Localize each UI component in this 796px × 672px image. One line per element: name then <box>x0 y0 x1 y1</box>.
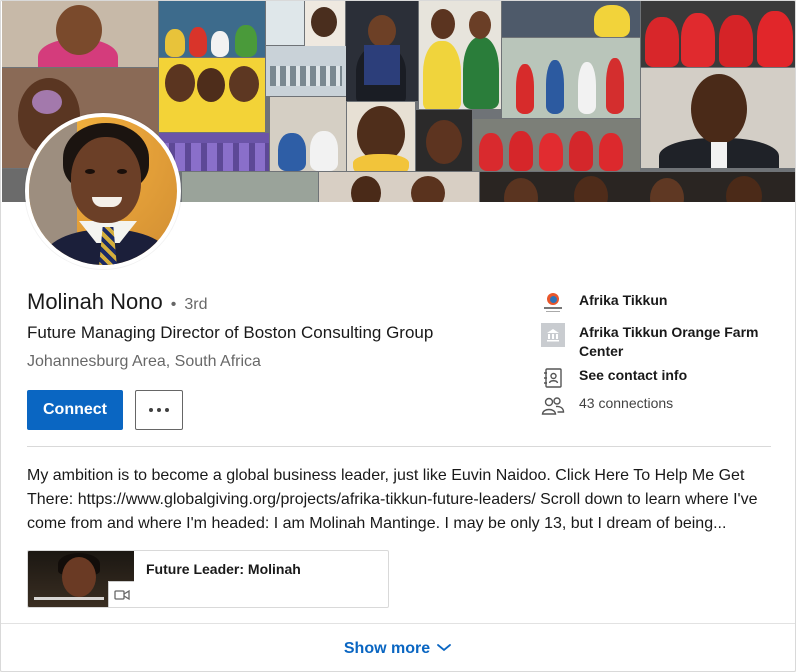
section-divider <box>27 446 771 447</box>
people-icon <box>541 394 565 418</box>
connections-link[interactable]: 43 connections <box>541 394 673 418</box>
chevron-down-icon <box>436 640 452 658</box>
more-actions-button[interactable] <box>135 390 183 430</box>
media-title: Future Leader: Molinah <box>146 561 301 577</box>
school-name: Afrika Tikkun Orange Farm Center <box>579 324 759 359</box>
current-company[interactable]: Afrika Tikkun <box>541 291 667 315</box>
company-name: Afrika Tikkun <box>579 292 668 308</box>
company-logo <box>541 291 565 315</box>
connections-count: 43 connections <box>579 395 674 411</box>
profile-summary: My ambition is to become a global busine… <box>27 467 758 532</box>
contact-info-link[interactable]: See contact info <box>541 366 687 390</box>
school-building-icon <box>541 323 565 347</box>
featured-media-card[interactable]: Future Leader: Molinah <box>27 550 389 608</box>
degree-separator: • <box>170 296 177 313</box>
video-icon <box>108 581 134 607</box>
profile-photo[interactable] <box>25 113 181 269</box>
show-more-label: Show more <box>343 639 431 657</box>
profile-location: Johannesburg Area, South Africa <box>27 353 261 370</box>
contact-card-icon <box>541 366 565 390</box>
show-more-button[interactable]: Show more <box>1 623 795 671</box>
name-row: Molinah Nono • 3rd <box>27 289 207 315</box>
connect-button[interactable]: Connect <box>27 390 123 430</box>
ellipsis-icon <box>149 408 153 412</box>
media-thumbnail[interactable] <box>28 551 134 607</box>
education-school[interactable]: Afrika Tikkun Orange Farm Center <box>541 323 769 361</box>
contact-info-label: See contact info <box>579 367 688 383</box>
connection-degree: 3rd <box>184 296 208 313</box>
profile-headline: Future Managing Director of Boston Consu… <box>27 323 434 342</box>
profile-name: Molinah Nono <box>27 289 163 314</box>
profile-card: Molinah Nono • 3rd Future Managing Direc… <box>0 0 796 672</box>
